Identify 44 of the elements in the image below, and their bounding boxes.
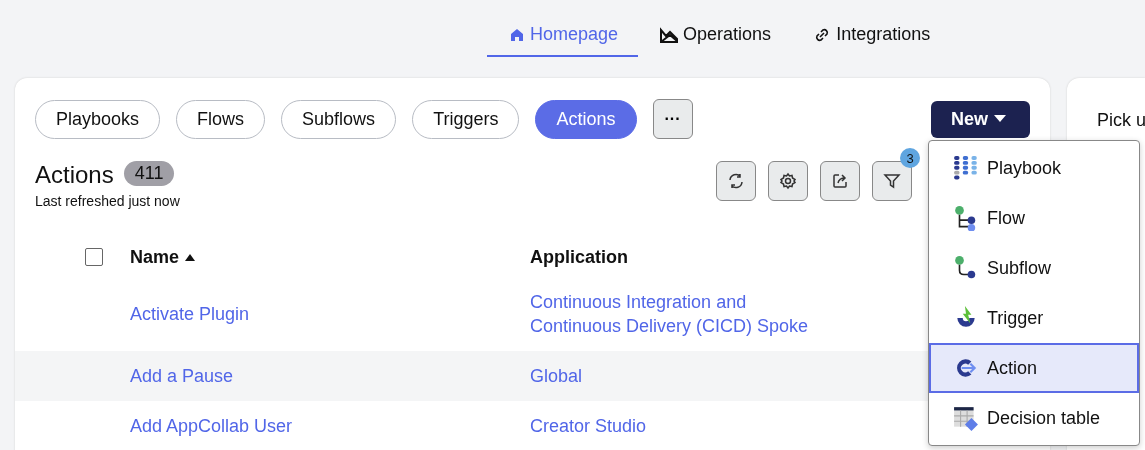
more-button[interactable]: ···	[652, 99, 693, 139]
menu-item[interactable]: Action	[929, 343, 1139, 393]
application-link[interactable]: Global	[530, 363, 583, 389]
home-icon	[509, 26, 525, 43]
decision-icon	[953, 405, 979, 431]
page-title: Actions	[35, 161, 114, 189]
column-header[interactable]: Name	[130, 246, 180, 268]
export-button[interactable]	[820, 161, 860, 201]
filter-chip[interactable]: Triggers	[412, 99, 520, 139]
menu-item[interactable]: Subflow	[929, 243, 1139, 293]
refresh-status: Last refreshed just now	[35, 193, 181, 209]
filter-chip[interactable]: Actions	[535, 99, 637, 139]
filter-chip[interactable]: Flows	[176, 99, 266, 139]
new-button[interactable]: New	[931, 100, 1030, 138]
name-link[interactable]: Add AppCollab User	[130, 415, 293, 436]
filter-button[interactable]	[872, 161, 912, 201]
name-link[interactable]: Activate Plugin	[130, 303, 250, 324]
application-link[interactable]: Creator Studio	[530, 413, 647, 439]
nav-tab[interactable]: Homepage	[487, 20, 639, 57]
filter-chip[interactable]: Playbooks	[35, 99, 161, 139]
chart-icon	[660, 26, 679, 43]
name-link[interactable]: Add a Pause	[130, 365, 234, 386]
refresh-icon	[726, 171, 746, 191]
refresh-button[interactable]	[716, 161, 756, 201]
count-badge: 411	[123, 161, 175, 186]
column-header[interactable]: Application	[530, 246, 628, 267]
panel-text: Pick u	[1097, 110, 1145, 130]
menu-item[interactable]: Flow	[929, 193, 1139, 243]
filter-chip[interactable]: Subflows	[281, 99, 397, 139]
select-all-checkbox[interactable]	[85, 248, 103, 266]
settings-button[interactable]	[768, 161, 808, 201]
filter-count-badge: 3	[900, 148, 920, 168]
menu-item[interactable]: Playbook	[929, 143, 1139, 193]
nav-tab[interactable]: Integrations	[793, 20, 951, 57]
settings-icon	[778, 171, 798, 191]
playbook-icon	[953, 155, 979, 181]
menu-item[interactable]: Trigger	[929, 293, 1139, 343]
nav-tab[interactable]: Operations	[640, 20, 792, 57]
application-link[interactable]: Continuous Integration and Continuous Delivery (CICD) Spoke	[530, 289, 830, 339]
sort-icon	[185, 253, 196, 261]
filter-icon	[882, 171, 902, 191]
caret-icon	[994, 115, 1006, 123]
export-icon	[830, 171, 850, 191]
menu-item[interactable]: Decision table	[929, 393, 1139, 443]
